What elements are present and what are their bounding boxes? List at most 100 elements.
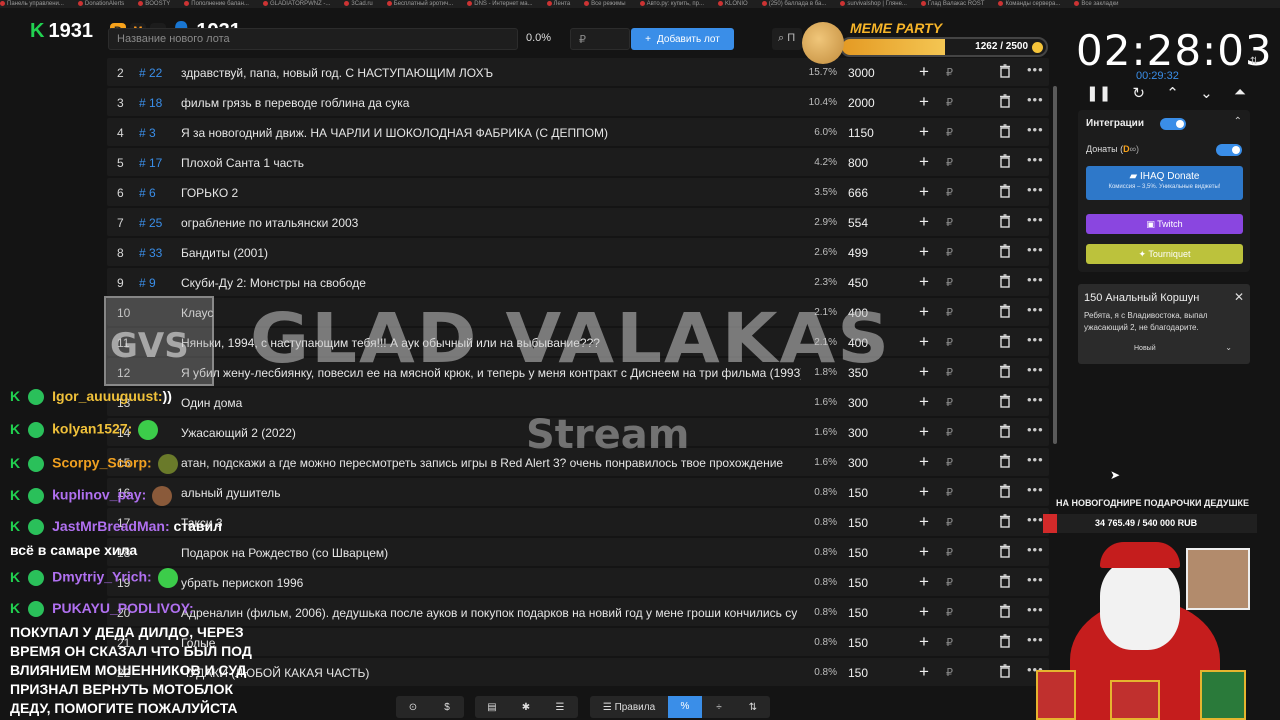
lot-name[interactable]: Бандиты (2001) <box>181 246 801 260</box>
ruble-icon[interactable]: ₽ <box>946 156 953 169</box>
chevron-down-icon[interactable]: ⌄ <box>1200 84 1213 102</box>
bookmark-item[interactable]: Глад Валакас ROST <box>920 0 984 8</box>
ruble-icon[interactable]: ₽ <box>946 366 953 379</box>
lot-name[interactable]: Подарок на Рождество (со Шварцем) <box>181 546 801 560</box>
bookmark-item[interactable]: Панель управлени... <box>0 0 64 8</box>
divide-icon[interactable]: ÷ <box>702 702 736 713</box>
trash-icon[interactable] <box>999 514 1011 528</box>
bookmark-item[interactable]: (250) баллада в ба... <box>761 0 826 8</box>
ruble-icon[interactable]: ₽ <box>946 456 953 469</box>
dollar-icon[interactable]: $ <box>430 702 464 713</box>
bookmark-item[interactable]: Бесплатный эротич... <box>386 0 453 8</box>
lot-amount[interactable]: 1150 <box>848 126 874 140</box>
lot-name[interactable]: Ужасающий 2 (2022) <box>181 426 801 440</box>
lot-name[interactable]: Такси 3 <box>181 516 801 530</box>
collapse-icon[interactable]: ⌃ <box>1234 116 1242 127</box>
ruble-icon[interactable]: ₽ <box>946 66 953 79</box>
more-icon[interactable]: ••• <box>1027 272 1044 287</box>
add-lot-button[interactable]: + Добавить лот <box>631 28 734 50</box>
add-amount-icon[interactable]: + <box>919 332 929 352</box>
bookmark-item[interactable]: KLONIO <box>718 0 748 8</box>
lot-id[interactable]: # 22 <box>139 66 162 80</box>
lot-row[interactable]: 5 # 17 Плохой Санта 1 часть 4.2% 800 + ₽ ••• <box>107 148 1049 176</box>
trash-icon[interactable] <box>999 484 1011 498</box>
rules-button[interactable]: ☰ Правила <box>590 702 668 713</box>
bookmark-item[interactable]: Команды сервера... <box>998 0 1060 8</box>
lot-name[interactable]: ГОРЬКО 2 <box>181 186 801 200</box>
status-dropdown-icon[interactable]: ⌄ <box>1225 343 1232 352</box>
swap-icon[interactable]: ⇅ <box>1250 56 1258 67</box>
lot-amount[interactable]: 300 <box>848 426 868 440</box>
trash-icon[interactable] <box>999 334 1011 348</box>
bookmark-item[interactable]: Пополнение балан... <box>184 0 249 8</box>
lot-name[interactable]: Я за новогодний движ. НА ЧАРЛИ И ШОКОЛОД… <box>181 126 801 140</box>
more-icon[interactable]: ••• <box>1027 362 1044 377</box>
bookmark-item[interactable]: Лента <box>546 0 570 8</box>
bookmark-item[interactable]: BOOSTY <box>138 0 170 8</box>
add-amount-icon[interactable]: + <box>919 632 929 652</box>
trash-icon[interactable] <box>999 364 1011 378</box>
more-icon[interactable]: ••• <box>1027 392 1044 407</box>
add-amount-icon[interactable]: + <box>919 422 929 442</box>
save-icon[interactable]: ▤ <box>475 702 509 713</box>
more-icon[interactable]: ••• <box>1027 482 1044 497</box>
add-amount-icon[interactable]: + <box>919 242 929 262</box>
lot-row[interactable]: 9 # 9 Скуби-Ду 2: Монстры на свободе 2.3% 45… <box>107 268 1049 296</box>
ruble-icon[interactable]: ₽ <box>946 126 953 139</box>
bookmark-item[interactable]: DonationAlerts <box>77 0 124 8</box>
donations-toggle[interactable] <box>1216 144 1242 156</box>
history-icon[interactable]: ☰ <box>543 702 577 713</box>
percent-icon[interactable]: % <box>668 696 702 718</box>
bookmark-item[interactable]: DNS - Интернет ма... <box>467 0 533 8</box>
lot-name[interactable]: ЧУДАКИ (ЛЮБОЙ КАКАЯ ЧАСТЬ) <box>181 666 801 680</box>
lot-amount[interactable]: 450 <box>848 276 868 290</box>
add-amount-icon[interactable]: + <box>919 122 929 142</box>
add-amount-icon[interactable]: + <box>919 272 929 292</box>
twitch-button[interactable]: ▣ Twitch <box>1086 214 1243 234</box>
lot-amount[interactable]: 150 <box>848 546 868 560</box>
add-amount-icon[interactable]: + <box>919 362 929 382</box>
trash-icon[interactable] <box>999 634 1011 648</box>
bookmark-item[interactable]: Все режимы <box>584 0 626 8</box>
ihaq-donate-button[interactable]: ▰ IHAQ Donate Комиссия – 3,5%. Уникальны… <box>1086 166 1243 200</box>
close-icon[interactable]: ✕ <box>1234 290 1244 304</box>
github-icon[interactable]: ⊙ <box>396 702 430 713</box>
more-icon[interactable]: ••• <box>1027 242 1044 257</box>
ruble-icon[interactable]: ₽ <box>946 246 953 259</box>
ruble-icon[interactable]: ₽ <box>946 606 953 619</box>
ruble-icon[interactable]: ₽ <box>946 426 953 439</box>
lot-row[interactable]: 22ЧУДАКИ (ЛЮБОЙ КАКАЯ ЧАСТЬ)0.8%150+₽••• <box>107 658 1049 686</box>
table-scrollbar[interactable] <box>1053 86 1057 444</box>
lot-amount[interactable]: 499 <box>848 246 868 260</box>
trash-icon[interactable] <box>999 244 1011 258</box>
lot-row[interactable]: 20 Адреналин (фильм, 2006). дедушька посл… <box>107 598 1049 626</box>
add-amount-icon[interactable]: + <box>919 182 929 202</box>
lot-name[interactable]: здравствуй, папа, новый год. С НАСТУПАЮЩ… <box>181 66 801 80</box>
chevron-up-icon[interactable]: ⌃ <box>1166 84 1179 102</box>
integrations-toggle[interactable] <box>1160 118 1186 130</box>
ruble-icon[interactable]: ₽ <box>946 636 953 649</box>
ruble-icon[interactable]: ₽ <box>946 516 953 529</box>
lot-name[interactable]: фильм грязь в переводе гоблина да сука <box>181 96 801 110</box>
bookmark-item[interactable]: Авто.ру: купить, пр... <box>639 0 704 8</box>
more-icon[interactable]: ••• <box>1027 302 1044 317</box>
more-icon[interactable]: ••• <box>1027 92 1044 107</box>
lot-row[interactable]: 18 Подарок на Рождество (со Шварцем) 0.8% 1… <box>107 538 1049 566</box>
ruble-icon[interactable]: ₽ <box>946 276 953 289</box>
lot-name[interactable]: Один дома <box>181 396 801 410</box>
more-icon[interactable]: ••• <box>1027 122 1044 137</box>
lot-amount[interactable]: 300 <box>848 396 868 410</box>
add-amount-icon[interactable]: + <box>919 302 929 322</box>
chat-username[interactable]: JastMrBreadMan: <box>52 518 169 534</box>
lot-id[interactable]: # 18 <box>139 96 162 110</box>
chat-username[interactable]: Scorpy_Scorp: <box>52 455 152 471</box>
sort-icon[interactable]: ⇅ <box>736 702 770 713</box>
chat-username[interactable]: Dmytriy_Yrich: <box>52 569 152 585</box>
lot-name[interactable]: атан, подскажи а где можно пересмотреть … <box>181 456 801 470</box>
lot-amount[interactable]: 666 <box>848 186 868 200</box>
ruble-icon[interactable]: ₽ <box>946 576 953 589</box>
lot-amount[interactable]: 150 <box>848 636 868 650</box>
ruble-icon[interactable]: ₽ <box>946 666 953 679</box>
bookmark-item[interactable]: survivalshop | Гляне... <box>840 0 907 8</box>
double-up-icon[interactable]: ⏶ <box>1234 84 1246 101</box>
